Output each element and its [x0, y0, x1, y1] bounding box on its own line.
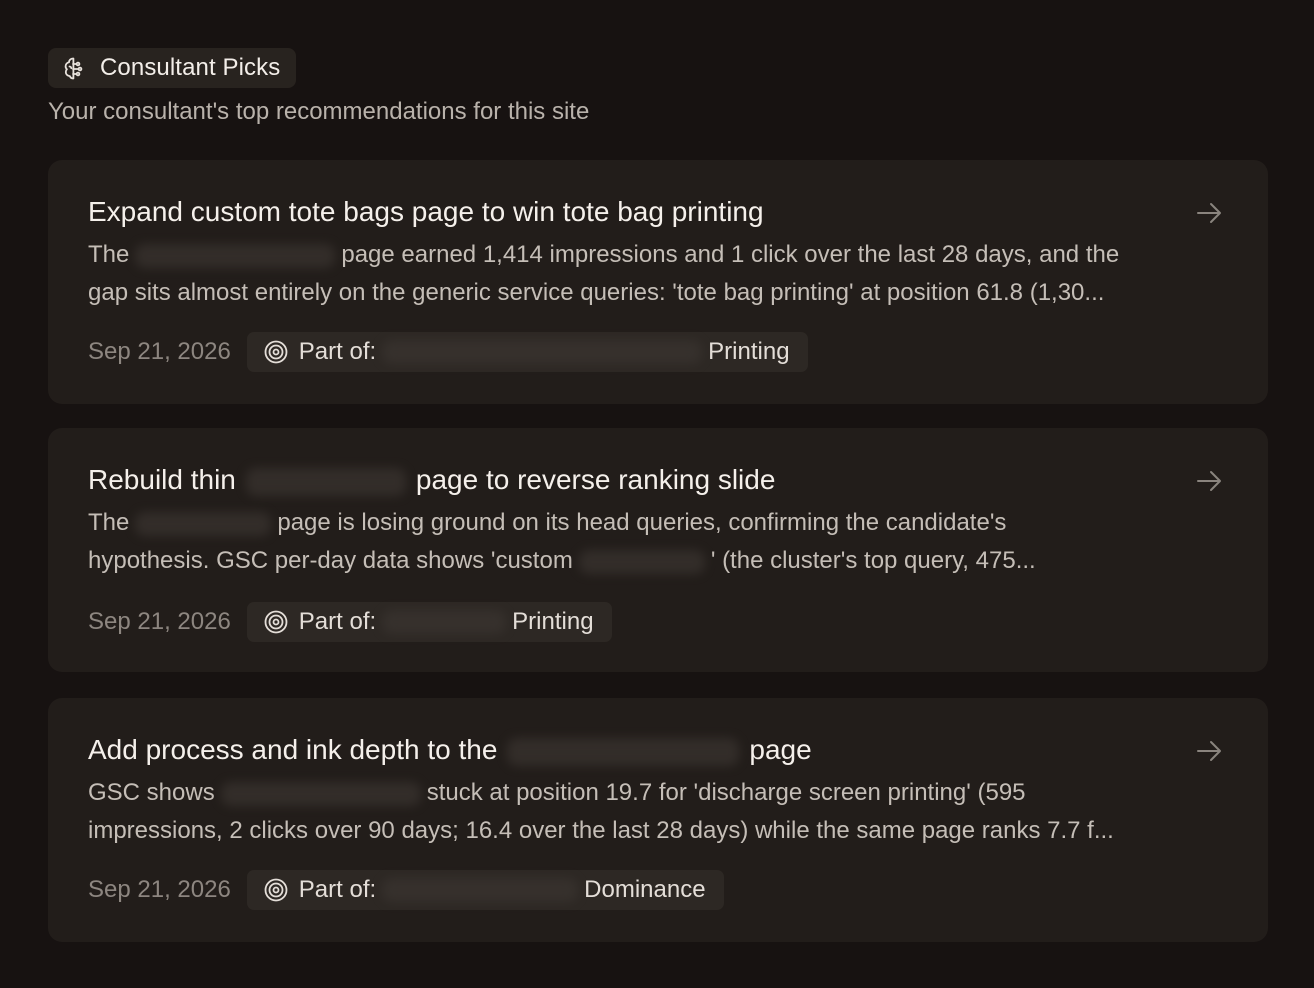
part-of-value: Printing [512, 608, 594, 635]
card-meta: Sep 21, 2026 Part of: Printing [88, 602, 612, 642]
redacted-text [578, 549, 705, 574]
part-of-chip[interactable]: Part of: Dominance [246, 870, 724, 910]
card-description-text: page is losing ground on its head querie… [277, 509, 1007, 536]
recommendation-card[interactable]: Rebuild thin page to reverse ranking slid… [48, 428, 1268, 672]
consultant-picks-panel: Consultant Picks Your consultant's top r… [0, 0, 1314, 988]
card-date: Sep 21, 2026 [88, 338, 231, 365]
card-description-text: The [88, 509, 130, 536]
part-of-label: Part of: [298, 608, 377, 635]
target-icon [263, 339, 289, 365]
card-description-text: page earned 1,414 impressions and 1 clic… [341, 241, 1120, 268]
target-icon [263, 877, 289, 903]
card-description-text: gap sits almost entirely on the generic … [88, 279, 1105, 306]
redacted-text [245, 467, 406, 496]
part-of-chip[interactable]: Part of: Printing [246, 332, 808, 372]
card-title: Expand custom tote bags page to win tote… [88, 192, 764, 232]
arrow-right-icon[interactable] [1194, 466, 1224, 496]
redacted-text [507, 737, 740, 766]
card-description: The page is losing ground on its head que… [88, 504, 1188, 580]
card-meta: Sep 21, 2026 Part of: Printing [88, 332, 808, 372]
redacted-text [135, 511, 272, 536]
redacted-text [382, 610, 507, 634]
target-icon [263, 609, 289, 635]
card-description: The page earned 1,414 impressions and 1 c… [88, 236, 1188, 312]
card-title-text: Expand custom tote bags page to win tote… [88, 196, 764, 227]
card-meta: Sep 21, 2026 Part of: Dominance [88, 870, 724, 910]
recommendation-card[interactable]: Add process and ink depth to the page GSC… [48, 698, 1268, 942]
redacted-text [382, 878, 579, 902]
card-date: Sep 21, 2026 [88, 608, 231, 635]
card-title: Rebuild thin page to reverse ranking slid… [88, 460, 775, 500]
card-title-text: page to reverse ranking slide [415, 464, 776, 495]
arrow-right-icon[interactable] [1194, 736, 1224, 766]
card-title: Add process and ink depth to the page [88, 730, 812, 770]
card-description: GSC shows stuck at position 19.7 for 'dis… [88, 774, 1188, 850]
card-title-text: page [749, 734, 812, 765]
card-description-text: GSC shows [88, 779, 215, 806]
badge-label: Consultant Picks [100, 54, 281, 81]
redacted-text [135, 243, 336, 268]
panel-subtitle: Your consultant's top recommendations fo… [48, 98, 590, 125]
brain-icon [62, 55, 88, 81]
card-description-text: hypothesis. GSC per-day data shows 'cust… [88, 547, 573, 574]
arrow-right-icon[interactable] [1194, 198, 1224, 228]
card-description-text: ' (the cluster's top query, 475... [710, 547, 1036, 574]
card-description-text: impressions, 2 clicks over 90 days; 16.4… [88, 817, 1114, 844]
redacted-text [382, 340, 703, 364]
part-of-value: Dominance [584, 876, 706, 903]
card-title-text: Add process and ink depth to the [88, 734, 498, 765]
redacted-text [220, 781, 421, 806]
part-of-value: Printing [708, 338, 790, 365]
card-description-text: stuck at position 19.7 for 'discharge sc… [426, 779, 1026, 806]
consultant-picks-badge: Consultant Picks [48, 48, 297, 88]
part-of-label: Part of: [298, 338, 377, 365]
card-date: Sep 21, 2026 [88, 876, 231, 903]
part-of-label: Part of: [298, 876, 377, 903]
card-title-text: Rebuild thin [88, 464, 236, 495]
part-of-chip[interactable]: Part of: Printing [246, 602, 612, 642]
card-description-text: The [88, 241, 130, 268]
recommendation-card[interactable]: Expand custom tote bags page to win tote… [48, 160, 1268, 404]
